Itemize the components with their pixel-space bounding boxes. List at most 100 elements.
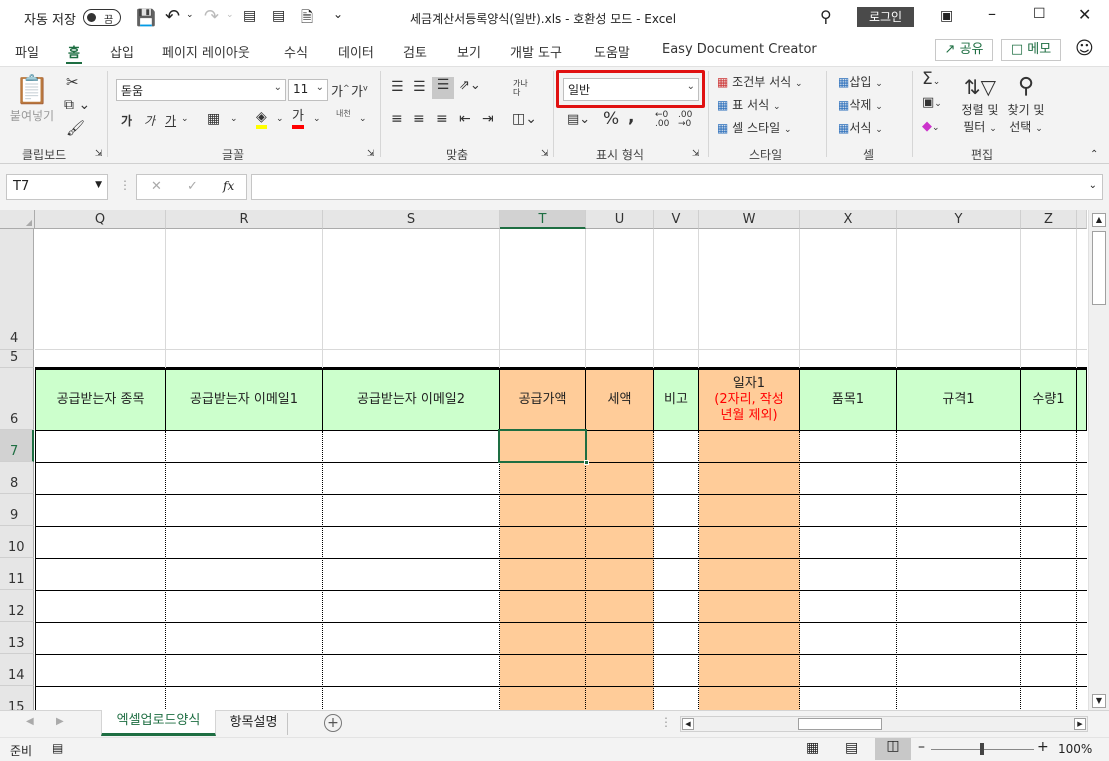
- autosum-icon[interactable]: Σ⌄: [922, 69, 940, 89]
- conditional-formatting-button[interactable]: ▦ 조건부 서식 ⌄: [717, 73, 803, 90]
- font-color-dropdown-icon[interactable]: ⌄: [313, 114, 321, 124]
- new-document-icon[interactable]: 🗎: [301, 7, 313, 32]
- cell-styles-button[interactable]: ▦ 셀 스타일 ⌄: [717, 119, 792, 136]
- copy-icon[interactable]: ⧉ ⌄: [64, 97, 90, 113]
- column-header-u[interactable]: U: [586, 210, 654, 229]
- fill-color-icon[interactable]: ◈: [256, 109, 267, 129]
- cut-icon[interactable]: ✂: [66, 73, 79, 91]
- memo-button[interactable]: □ 메모: [1001, 39, 1061, 61]
- share-button[interactable]: ↗ 공유: [935, 39, 993, 61]
- clipboard-launcher-icon[interactable]: ⇲: [95, 149, 103, 159]
- clear-icon[interactable]: ◆⌄: [922, 119, 940, 134]
- header-cell-q[interactable]: 공급받는자 종목: [35, 368, 166, 431]
- italic-button[interactable]: 가: [144, 112, 155, 129]
- zoom-in-icon[interactable]: +: [1037, 739, 1049, 755]
- paste-button[interactable]: 📋 붙여넣기: [6, 73, 58, 133]
- row-header-12[interactable]: 12: [0, 590, 34, 622]
- delete-cells-button[interactable]: ▦삭제 ⌄: [838, 96, 883, 113]
- row-header-5[interactable]: 5: [0, 350, 34, 368]
- header-cell-x[interactable]: 품목1: [800, 368, 897, 431]
- align-right-icon[interactable]: ≡: [436, 111, 448, 127]
- phonetic-button[interactable]: 내천: [336, 109, 354, 118]
- page-break-view-icon[interactable]: ◫: [875, 738, 911, 760]
- insert-function-icon[interactable]: fx: [223, 179, 234, 193]
- font-size-combo[interactable]: 11 ⌄: [288, 79, 328, 101]
- collapse-ribbon-icon[interactable]: ⌃: [1090, 149, 1098, 160]
- borders-dropdown-icon[interactable]: ⌄: [230, 114, 238, 124]
- row-header-9[interactable]: 9: [0, 494, 34, 526]
- accounting-format-icon[interactable]: ▤⌄: [567, 112, 590, 127]
- grow-font-icon[interactable]: 가^: [331, 81, 350, 100]
- scroll-left-icon[interactable]: ◀: [682, 718, 694, 730]
- decrease-decimal-icon[interactable]: .00 →0: [678, 111, 692, 129]
- number-format-combo[interactable]: 일반 ⌄: [563, 78, 699, 101]
- select-all-corner[interactable]: ◢: [0, 210, 35, 229]
- row-header-8[interactable]: 8: [0, 462, 34, 494]
- header-cell-r[interactable]: 공급받는자 이메일1: [166, 368, 323, 431]
- column-header-x[interactable]: X: [800, 210, 897, 229]
- font-color-button[interactable]: 가: [292, 109, 304, 129]
- cancel-icon[interactable]: ✕: [151, 179, 162, 194]
- underline-button[interactable]: 가: [165, 112, 176, 129]
- comma-style-icon[interactable]: ,: [628, 107, 634, 127]
- scroll-right-icon[interactable]: ▶: [1074, 718, 1086, 730]
- selected-cell-t7[interactable]: [498, 429, 589, 465]
- shrink-font-icon[interactable]: 가v: [351, 81, 368, 100]
- enter-icon[interactable]: ✓: [187, 179, 198, 194]
- row-header-7[interactable]: 7: [0, 430, 34, 462]
- horizontal-scroll-thumb[interactable]: [798, 718, 882, 730]
- name-box[interactable]: T7 ▼: [6, 174, 108, 200]
- column-header-q[interactable]: Q: [35, 210, 166, 229]
- macro-record-icon[interactable]: ▤: [52, 741, 63, 755]
- undo-icon[interactable]: ↶: [165, 6, 180, 27]
- sheet-tab-upload-form[interactable]: 엑셀업로드양식: [101, 710, 216, 736]
- format-cells-button[interactable]: ▦서식 ⌄: [838, 119, 883, 136]
- header-cell-w[interactable]: 일자1 (2자리, 작성 년월 제외): [699, 368, 800, 431]
- header-cell-u[interactable]: 세액: [586, 368, 654, 431]
- column-header-w[interactable]: W: [699, 210, 800, 229]
- orientation-icon[interactable]: ⇗⌄: [459, 78, 481, 93]
- fill-icon[interactable]: ▣⌄: [922, 95, 942, 110]
- close-icon[interactable]: ✕: [1078, 5, 1091, 24]
- column-header-s[interactable]: S: [323, 210, 500, 229]
- worksheet-grid[interactable]: ◢ Q R S T U V W X Y Z 4 5 6 7 8 9 10 11 …: [0, 210, 1109, 710]
- undo-dropdown-icon[interactable]: ⌄: [186, 10, 194, 20]
- maximize-icon[interactable]: ☐: [1033, 6, 1046, 22]
- login-button[interactable]: 로그인: [857, 7, 914, 27]
- insert-cells-button[interactable]: ▦삽입 ⌄: [838, 73, 883, 90]
- borders-icon[interactable]: ▦: [207, 111, 220, 127]
- sheet-prev-icon[interactable]: ◀: [26, 716, 34, 727]
- scroll-down-icon[interactable]: ▼: [1092, 694, 1106, 708]
- fill-handle[interactable]: [584, 460, 589, 465]
- align-center-icon[interactable]: ≡: [413, 111, 425, 127]
- header-cell-t[interactable]: 공급가액: [500, 368, 586, 431]
- tab-review[interactable]: 검토: [403, 42, 427, 61]
- minimize-icon[interactable]: –: [988, 4, 996, 23]
- header-cell-s[interactable]: 공급받는자 이메일2: [323, 368, 500, 431]
- tab-home[interactable]: 홈: [66, 42, 82, 64]
- tab-view[interactable]: 보기: [457, 42, 481, 61]
- row-header-10[interactable]: 10: [0, 526, 34, 558]
- number-launcher-icon[interactable]: ⇲: [692, 149, 700, 159]
- row-header-11[interactable]: 11: [0, 558, 34, 590]
- page-layout-view-icon[interactable]: ▤: [845, 740, 858, 756]
- customize-toolbar-icon[interactable]: ⌄: [333, 7, 343, 21]
- zoom-level[interactable]: 100%: [1058, 742, 1092, 756]
- fill-color-dropdown-icon[interactable]: ⌄: [276, 114, 284, 124]
- find-select-button[interactable]: ⚲ 찾기 및 선택 ⌄: [1004, 73, 1048, 135]
- data-rows-area[interactable]: [35, 431, 1087, 710]
- horizontal-scrollbar[interactable]: ◀ ▶: [680, 716, 1088, 732]
- increase-indent-icon[interactable]: ⇥: [482, 111, 494, 127]
- row-header-6[interactable]: 6: [0, 368, 34, 430]
- tab-split-grip-icon[interactable]: ⋮: [660, 715, 672, 729]
- tab-formulas[interactable]: 수식: [284, 42, 308, 61]
- column-header-y[interactable]: Y: [897, 210, 1021, 229]
- percent-style-icon[interactable]: %: [603, 109, 619, 129]
- decrease-indent-icon[interactable]: ⇤: [459, 111, 471, 127]
- camera-icon[interactable]: ▤: [243, 8, 256, 24]
- header-cell-y[interactable]: 규격1: [897, 368, 1021, 431]
- vertical-scrollbar[interactable]: ▲ ▼: [1088, 210, 1109, 710]
- align-top-icon[interactable]: ☰: [391, 79, 404, 95]
- zoom-out-icon[interactable]: –: [918, 739, 925, 755]
- search-icon[interactable]: ⚲: [820, 7, 832, 26]
